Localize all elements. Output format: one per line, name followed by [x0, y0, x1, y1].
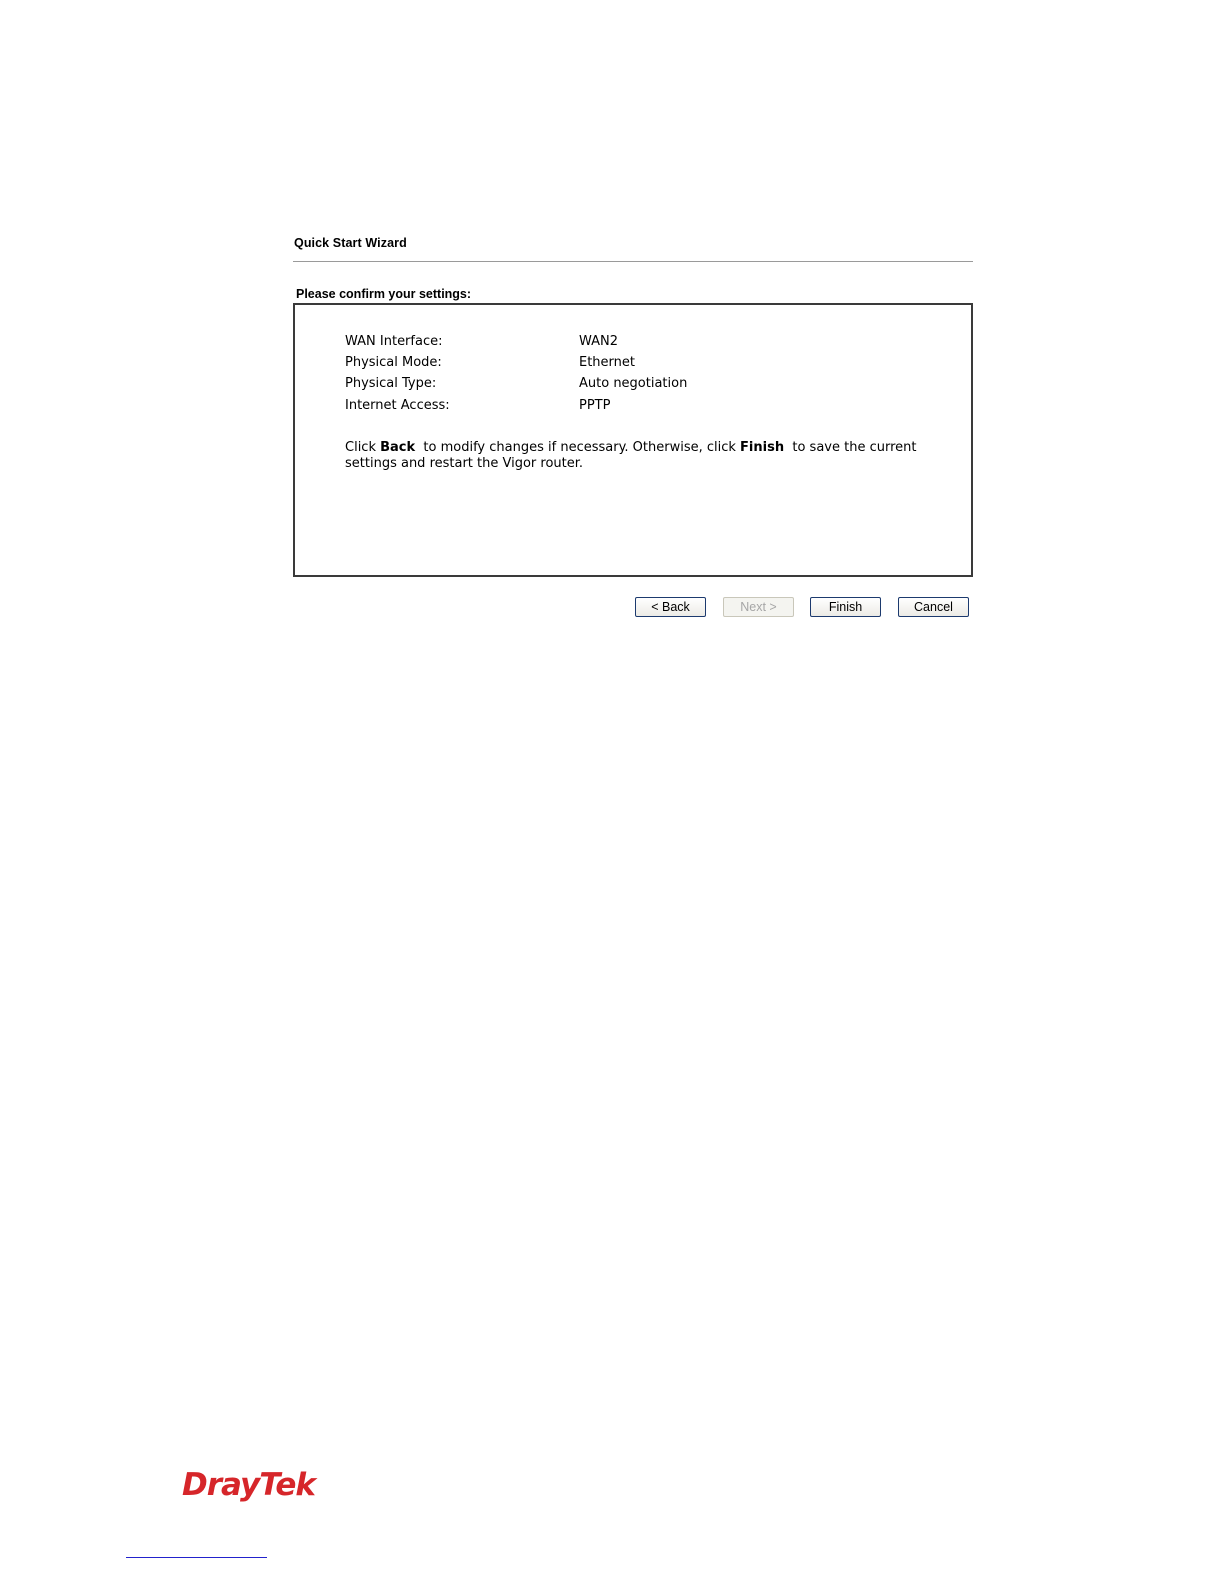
settings-label: Physical Mode: — [345, 355, 442, 370]
cancel-button[interactable]: Cancel — [898, 597, 969, 617]
settings-row-physical-mode: Physical Mode: Ethernet — [345, 355, 635, 371]
confirm-heading: Please confirm your settings: — [296, 287, 472, 301]
settings-value: WAN2 — [579, 334, 619, 349]
settings-label: WAN Interface: — [345, 334, 443, 349]
wizard-title: Quick Start Wizard — [294, 236, 407, 250]
settings-summary-panel: WAN Interface: WAN2 Physical Mode: Etherne… — [293, 303, 973, 577]
message-text: to modify changes if necessary. Otherwis… — [415, 440, 741, 455]
settings-value: Auto negotiation — [579, 376, 688, 391]
message-finish-word: Finish — [740, 440, 785, 455]
footer-divider — [126, 1557, 267, 1558]
draytek-logo: DrayTek — [182, 1467, 316, 1503]
settings-value: Ethernet — [579, 355, 635, 370]
settings-row-physical-type: Physical Type: Auto negotiation — [345, 376, 687, 392]
next-button: Next > — [723, 597, 794, 617]
settings-row-internet-access: Internet Access: PPTP — [345, 398, 610, 414]
back-button[interactable]: < Back — [635, 597, 706, 617]
settings-row-wan-interface: WAN Interface: WAN2 — [345, 334, 618, 350]
message-back-word: Back — [380, 440, 416, 455]
confirmation-message: Click Back to modify changes if necessar… — [345, 440, 935, 472]
finish-button[interactable]: Finish — [810, 597, 881, 617]
title-divider — [293, 261, 973, 262]
settings-label: Physical Type: — [345, 376, 437, 391]
message-text: Click — [345, 440, 381, 455]
settings-value: PPTP — [579, 398, 611, 413]
settings-label: Internet Access: — [345, 398, 450, 413]
